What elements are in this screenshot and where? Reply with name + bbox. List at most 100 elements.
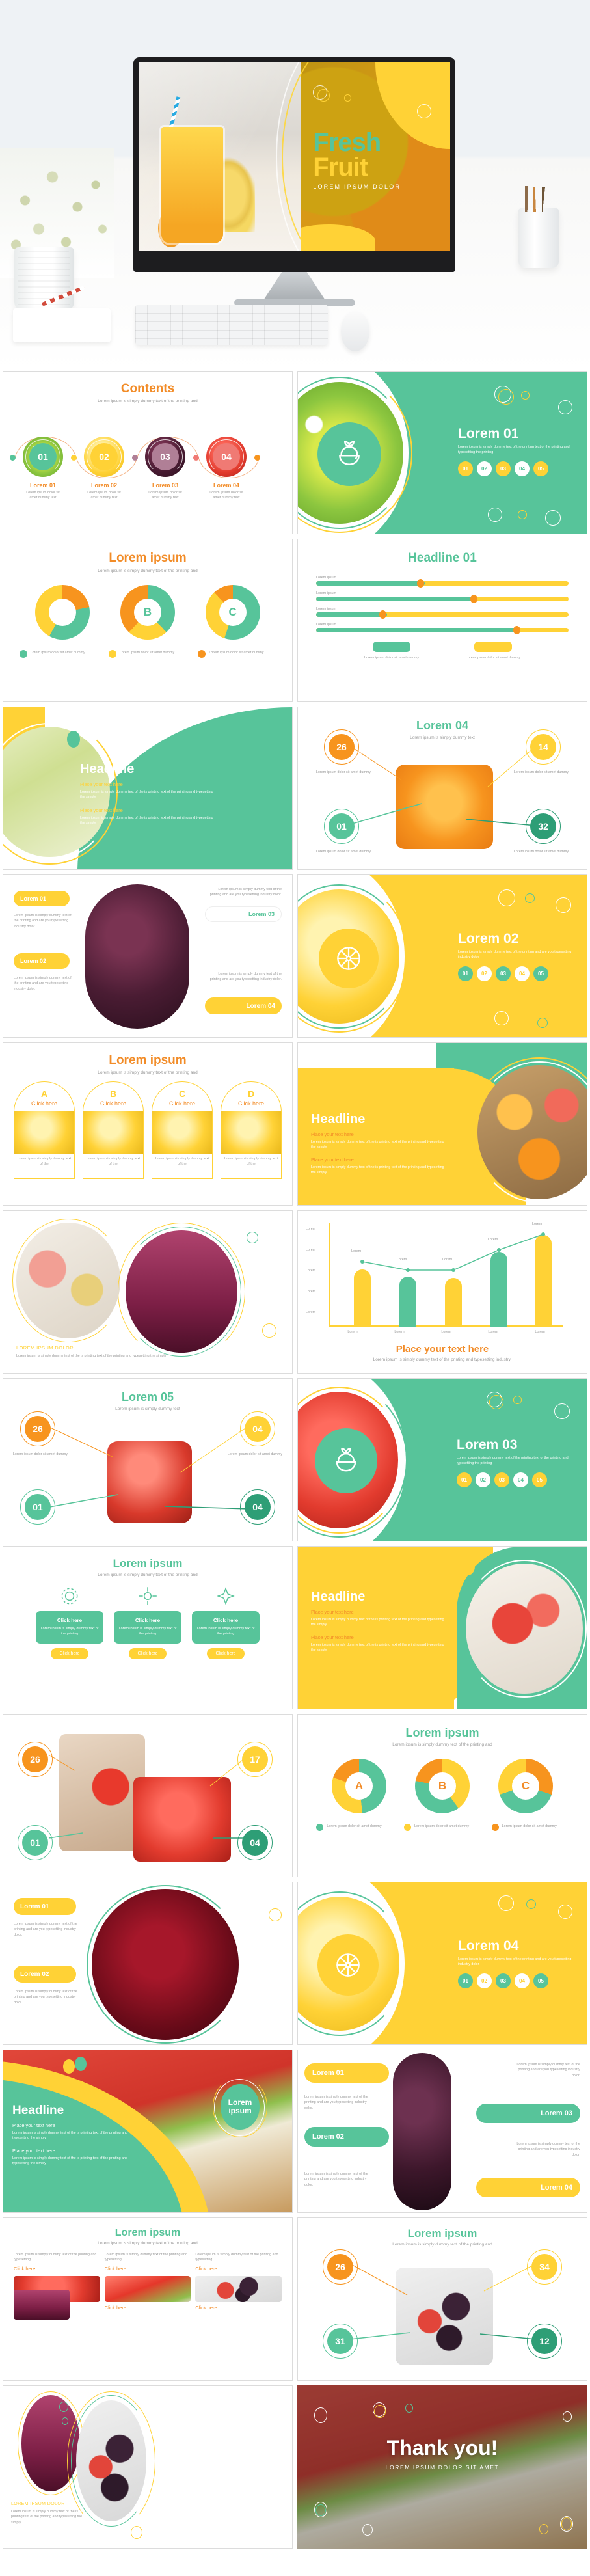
contents-step[interactable]: 01 Lorem 01 Lorem ipsum dolor sit amet d… [23, 437, 63, 501]
slide-click-grid-6[interactable]: Lorem ipsum Lorem ipsum is simply dummy … [3, 2217, 293, 2381]
nav-pills[interactable]: 01 02 03 04 05 [458, 1973, 578, 1988]
slider-row[interactable]: Lorem ipsum [316, 591, 569, 603]
slide-thank-you[interactable]: Thank you! LOREM IPSUM DOLOR SIT AMET [297, 2385, 587, 2549]
label-lorem-03[interactable]: Lorem 03 [205, 906, 282, 922]
slider-knob[interactable] [379, 610, 386, 619]
slide-lorem-photo-grid[interactable]: Lorem 01 Lorem ipsum is simply dummy tex… [3, 874, 293, 1038]
click-card[interactable]: Click here Lorem ipsum is simply dummy t… [36, 1585, 103, 1659]
slide-headline-citrus[interactable]: Headline Place your text here Lorem ipsu… [297, 1042, 587, 1206]
slide-abcd-clicks[interactable]: Lorem ipsum Lorem ipsum is simply dummy … [3, 1042, 293, 1206]
nav-pill[interactable]: 03 [494, 1472, 509, 1487]
nav-pill[interactable]: 04 [515, 1973, 530, 1988]
nav-pill[interactable]: 05 [532, 1472, 547, 1487]
card-cta-button[interactable]: Click here [207, 1647, 245, 1659]
click-card[interactable]: Click here Lorem ipsum is simply dummy t… [114, 1585, 181, 1659]
slide-headline-berry[interactable]: Headline Place your text here Lorem ipsu… [297, 1546, 587, 1709]
click-card[interactable]: Click here Lorem ipsum is simply dummy t… [192, 1585, 260, 1659]
slider-knob[interactable] [417, 579, 425, 588]
nav-pill[interactable]: 01 [458, 1973, 473, 1988]
grid-cell[interactable]: Lorem ipsum is simply dummy text of the … [105, 2252, 191, 2271]
cell-link[interactable]: Click here [195, 2305, 282, 2311]
label-lorem-01[interactable]: Lorem 01 [304, 2063, 389, 2083]
nav-pill[interactable]: 05 [533, 461, 548, 476]
nav-pill[interactable]: 04 [515, 966, 530, 981]
slider-knob[interactable] [513, 626, 520, 634]
contents-step[interactable]: 03 Lorem 03 Lorem ipsum dolor sit amet d… [145, 437, 185, 501]
cell-link[interactable]: Click here [195, 2266, 282, 2271]
label-lorem-02[interactable]: Lorem 02 [14, 953, 70, 969]
grid-cell[interactable]: Click here [195, 2275, 282, 2311]
nav-pill[interactable]: 04 [515, 461, 530, 476]
slider-track[interactable] [316, 595, 569, 603]
nav-pills[interactable]: 01 02 03 04 05 [458, 461, 575, 476]
label-lorem-04[interactable]: Lorem 04 [476, 2178, 580, 2197]
slide-cherry-labels[interactable]: Lorem 01 Lorem ipsum is simply dummy tex… [3, 1882, 293, 2045]
label-lorem-03[interactable]: Lorem 03 [476, 2104, 580, 2123]
slide-juice-berries[interactable]: LOREM IPSUM DOLOR Lorem ipsum is simply … [3, 2385, 293, 2549]
card-link[interactable]: Click here [83, 1100, 143, 1107]
slide-lorem04-yellow[interactable]: Lorem 04 Lorem ipsum is simply dummy tex… [297, 1882, 587, 2045]
nav-pills[interactable]: 01 02 03 04 05 [458, 966, 576, 981]
slide-headline01-sliders[interactable]: Headline 01 Lorem ipsum Lorem ipsum Lore… [297, 539, 587, 702]
slider-row[interactable]: Lorem ipsum [316, 576, 569, 588]
label-lorem-01[interactable]: Lorem 01 [14, 891, 70, 906]
card-link[interactable]: Click here [152, 1100, 212, 1107]
slide-donuts-abc[interactable]: Lorem ipsum Lorem ipsum is simply dummy … [3, 539, 293, 702]
slide-bar-chart[interactable]: Lorem Lorem Lorem Lorem Lorem Lorem Lore… [297, 1210, 587, 1374]
nav-pill[interactable]: 01 [457, 1472, 472, 1487]
nav-pill[interactable]: 05 [533, 966, 548, 981]
slider-knob[interactable] [470, 595, 477, 603]
slider-track[interactable] [316, 610, 569, 619]
slide-lorem03-green[interactable]: Lorem 03 Lorem ipsum is simply dummy tex… [297, 1378, 587, 1541]
slide-photo-pair[interactable]: LOREM IPSUM DOLOR Lorem ipsum is simply … [3, 1210, 293, 1374]
nav-pills[interactable]: 01 02 03 04 05 [457, 1472, 578, 1487]
card-cta-button[interactable]: Click here [129, 1647, 167, 1659]
slide-headline-pear[interactable]: Headline Place your text here Lorem ipsu… [3, 707, 293, 870]
abcd-card[interactable]: A Click here Lorem ipsum is simply dummy… [14, 1081, 75, 1179]
nav-pill[interactable]: 02 [477, 966, 492, 981]
grid-cell[interactable]: Lorem ipsum is simply dummy text of the … [195, 2252, 282, 2271]
slide-grape-pills[interactable]: Lorem 01 Lorem ipsum is simply dummy tex… [297, 2050, 587, 2213]
slider-track[interactable] [316, 626, 569, 634]
abcd-card[interactable]: D Click here Lorem ipsum is simply dummy… [221, 1081, 282, 1179]
slide-abc-donuts[interactable]: Lorem ipsum Lorem ipsum is simply dummy … [297, 1714, 587, 1877]
nav-pill[interactable]: 04 [513, 1472, 528, 1487]
slide-lorem04-numbers[interactable]: Lorem 04 Lorem ipsum is simply dummy tex… [297, 707, 587, 870]
abcd-card[interactable]: B Click here Lorem ipsum is simply dummy… [83, 1081, 144, 1179]
cell-link[interactable]: Click here [105, 2266, 191, 2271]
nav-pill[interactable]: 05 [533, 1973, 548, 1988]
slide-contents[interactable]: Contents Lorem ipsum is simply dummy tex… [3, 371, 293, 534]
contents-step[interactable]: 04 Lorem 04 Lorem ipsum dolor sit amet d… [206, 437, 247, 501]
slider-row[interactable]: Lorem ipsum [316, 623, 569, 634]
grid-cell[interactable]: Lorem ipsum is simply dummy text of the … [14, 2252, 100, 2271]
cell-link[interactable]: Click here [105, 2305, 191, 2311]
nav-pill[interactable]: 01 [458, 966, 473, 981]
slide-berry-bowl-numbers[interactable]: Lorem ipsum Lorem ipsum is simply dummy … [297, 2217, 587, 2381]
label-lorem-02[interactable]: Lorem 02 [304, 2127, 389, 2147]
nav-pill[interactable]: 02 [476, 1472, 490, 1487]
nav-pill[interactable]: 02 [477, 1973, 492, 1988]
slider-row[interactable]: Lorem ipsum [316, 607, 569, 619]
label-lorem-04[interactable]: Lorem 04 [205, 997, 282, 1014]
label-lorem-02[interactable]: Lorem 02 [14, 1966, 76, 1983]
card-link[interactable]: Click here [221, 1100, 281, 1107]
slide-straw-numbers[interactable]: 26 17 01 04 [3, 1714, 293, 1877]
contents-step[interactable]: 02 Lorem 02 Lorem ipsum dolor sit amet d… [84, 437, 124, 501]
nav-pill[interactable]: 03 [496, 1973, 511, 1988]
slide-lorem01-green[interactable]: Lorem 01 Lorem ipsum is simply dummy tex… [297, 371, 587, 534]
nav-pill[interactable]: 03 [496, 966, 511, 981]
cell-link[interactable]: Click here [14, 2266, 100, 2271]
slide-headline-watermelon[interactable]: Lorem ipsum Headline Place your text her… [3, 2050, 293, 2213]
slider-track[interactable] [316, 579, 569, 588]
card-link[interactable]: Click here [14, 1100, 74, 1107]
slide-lorem02-yellow[interactable]: Lorem 02 Lorem ipsum is simply dummy tex… [297, 874, 587, 1038]
slide-click-cards-green[interactable]: Lorem ipsum Lorem ipsum is simply dummy … [3, 1546, 293, 1709]
slide-lorem05-numbers[interactable]: Lorem 05 Lorem ipsum is simply dummy tex… [3, 1378, 293, 1541]
nav-pill[interactable]: 03 [496, 461, 511, 476]
grid-cell[interactable]: Click here [104, 2275, 191, 2311]
card-cta-button[interactable]: Click here [51, 1647, 88, 1659]
label-lorem-01[interactable]: Lorem 01 [14, 1898, 76, 1915]
nav-pill[interactable]: 01 [458, 461, 473, 476]
nav-pill[interactable]: 02 [477, 461, 492, 476]
abcd-card[interactable]: C Click here Lorem ipsum is simply dummy… [152, 1081, 213, 1179]
